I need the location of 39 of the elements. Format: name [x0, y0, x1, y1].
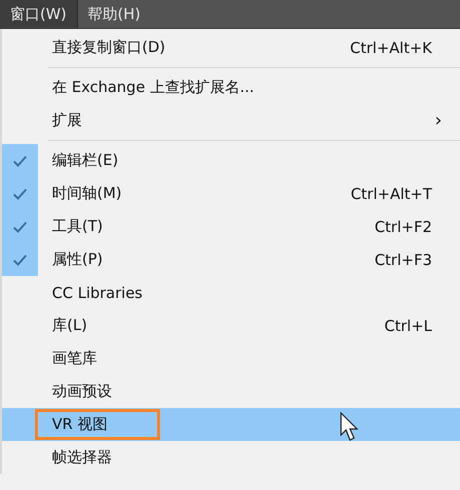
menu-item-label: 动画预设: [52, 381, 112, 402]
menu-item-label: CC Libraries: [52, 282, 142, 304]
check-icon: [13, 220, 27, 232]
menu-item-label: VR 视图: [38, 412, 158, 437]
menu-item[interactable]: 画笔库: [2, 342, 460, 375]
menu-item-label: 画笔库: [52, 348, 97, 369]
check-icon: [13, 254, 27, 266]
menu-item[interactable]: 扩展 ›: [2, 104, 460, 137]
menu-item-label: 工具(T): [52, 216, 103, 237]
mouse-pointer-icon: [340, 412, 360, 442]
menu-item[interactable]: CC Libraries: [2, 276, 460, 309]
menu-item-label: 时间轴(M): [52, 183, 122, 204]
menu-item[interactable]: VR 视图: [2, 408, 460, 441]
shortcut-label: Ctrl+L: [384, 316, 432, 334]
menu-item[interactable]: 帧选择器: [2, 441, 460, 474]
menu-bar-item[interactable]: 帮助(H): [78, 0, 151, 28]
check-icon: [13, 154, 27, 166]
shortcut-label: Ctrl+F2: [374, 218, 432, 236]
menu-item[interactable]: 在 Exchange 上查找扩展名...: [2, 71, 460, 104]
menu-item-label: 库(L): [52, 315, 88, 336]
check-icon: [13, 188, 27, 200]
menu-item[interactable]: 时间轴(M) Ctrl+Alt+T: [2, 177, 460, 210]
menu-item-label: 扩展: [52, 110, 82, 131]
menu-item[interactable]: 工具(T) Ctrl+F2: [2, 210, 460, 243]
menu-item[interactable]: 库(L) Ctrl+L: [2, 309, 460, 342]
menu-item-label: 在 Exchange 上查找扩展名...: [52, 77, 254, 98]
menu-item[interactable]: 动画预设: [2, 375, 460, 408]
shortcut-label: Ctrl+Alt+K: [350, 38, 432, 56]
menu-item-label: 编辑栏(E): [52, 150, 118, 171]
menu-item[interactable]: 属性(P) Ctrl+F3: [2, 243, 460, 276]
shortcut-label: Ctrl+Alt+T: [350, 184, 432, 202]
menu-item-label: 帧选择器: [52, 447, 112, 468]
menu-item[interactable]: 直接复制窗口(D) Ctrl+Alt+K: [2, 31, 460, 64]
menu-item-label: 属性(P): [52, 249, 103, 270]
menu-item[interactable]: 编辑栏(E): [2, 144, 460, 177]
shortcut-label: Ctrl+F3: [374, 250, 432, 268]
menu-bar-item[interactable]: 窗口(W): [0, 0, 78, 28]
menu-item-label: 直接复制窗口(D): [52, 37, 166, 58]
submenu-arrow: ›: [434, 110, 442, 131]
